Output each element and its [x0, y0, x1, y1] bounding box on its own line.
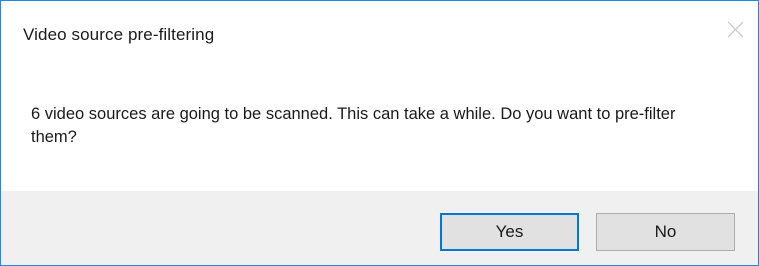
dialog-message: 6 video sources are going to be scanned.…	[31, 105, 676, 146]
close-button[interactable]	[712, 9, 758, 55]
title-bar: Video source pre-filtering	[1, 1, 758, 65]
no-button[interactable]: No	[596, 213, 735, 251]
dialog-window: Video source pre-filtering 6 video sourc…	[0, 0, 759, 266]
dialog-footer: Yes No	[1, 191, 758, 265]
yes-button[interactable]: Yes	[440, 213, 579, 251]
close-icon	[727, 21, 744, 43]
dialog-title: Video source pre-filtering	[23, 25, 215, 44]
dialog-content: 6 video sources are going to be scanned.…	[1, 65, 758, 189]
